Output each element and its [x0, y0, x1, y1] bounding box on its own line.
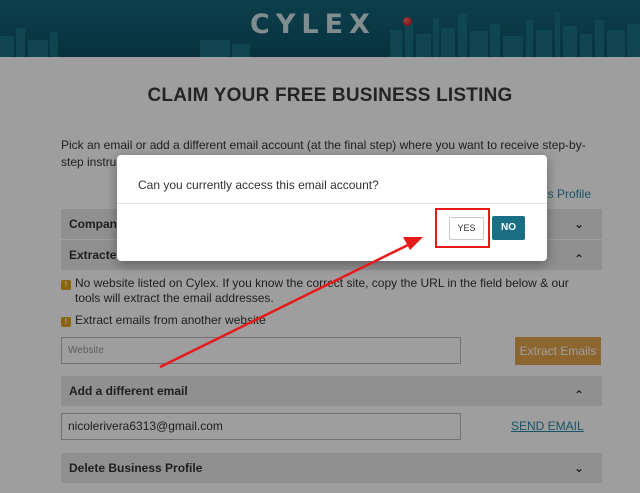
no-button[interactable]: NO — [492, 216, 525, 240]
dialog-divider — [117, 203, 547, 204]
dialog-question: Can you currently access this email acco… — [138, 178, 379, 192]
highlight-box — [435, 208, 490, 248]
